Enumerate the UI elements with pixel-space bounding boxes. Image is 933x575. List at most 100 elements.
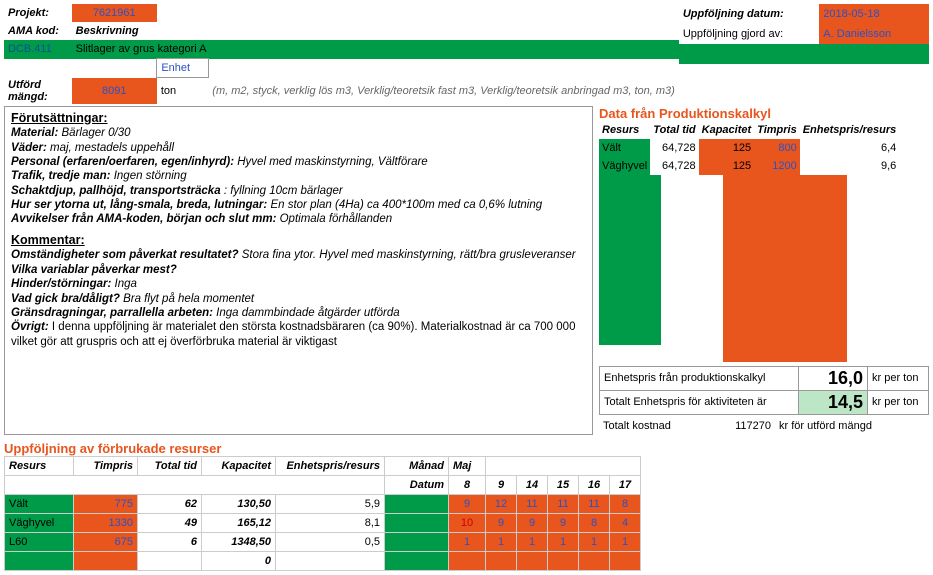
r2d5: 1 bbox=[610, 532, 641, 551]
r0-ep: 5,9 bbox=[276, 494, 385, 513]
material-label: Material: bbox=[11, 127, 58, 139]
d3: 15 bbox=[548, 475, 579, 494]
projekt-label: Projekt: bbox=[4, 4, 72, 22]
r3-kap: 0 bbox=[202, 551, 276, 570]
pk-r0-tid: 64,728 bbox=[650, 139, 698, 157]
utford-value: 8091 bbox=[72, 78, 157, 104]
r0d1: 12 bbox=[486, 494, 517, 513]
res-date-row: Datum 8 9 14 15 16 17 bbox=[5, 475, 641, 494]
q3-label: Hinder/störningar: bbox=[11, 278, 111, 290]
r2d0: 1 bbox=[449, 532, 486, 551]
pk-stripes bbox=[599, 175, 847, 362]
r1d3: 9 bbox=[548, 513, 579, 532]
r1d2: 9 bbox=[517, 513, 548, 532]
r1d5: 4 bbox=[610, 513, 641, 532]
calc1-label: Enhetspris från produktionskalkyl bbox=[600, 366, 799, 390]
d1: 9 bbox=[486, 475, 517, 494]
q4-label: Vad gick bra/dåligt? bbox=[11, 293, 120, 305]
notes-panel: Förutsättningar: Material: Bärlager 0/30… bbox=[4, 106, 593, 435]
q4-value: Bra flyt på hela momentet bbox=[123, 293, 254, 305]
r2d4: 1 bbox=[579, 532, 610, 551]
col-resurs: Resurs bbox=[5, 456, 74, 475]
pk-col-kap: Kapacitet bbox=[699, 121, 755, 139]
pk-r1-ep: 9,6 bbox=[800, 157, 900, 175]
code-desc: Slitlager av grus kategori A bbox=[72, 40, 679, 59]
r1-pris: 1330 bbox=[74, 513, 138, 532]
r3-tid bbox=[138, 551, 202, 570]
ytor-value: En stor plan (4Ha) ca 400*100m med ca 0,… bbox=[270, 199, 542, 211]
q5-value: Inga dammbindade åtgärder utförda bbox=[216, 307, 399, 319]
res-title: Uppföljning av förbrukade resurser bbox=[4, 441, 929, 456]
month-label: Månad bbox=[385, 456, 449, 475]
d0: 8 bbox=[449, 475, 486, 494]
res-row-1: Väghyvel 1330 49 165,12 8,1 10 9 9 9 8 4 bbox=[5, 513, 641, 532]
r0-tid: 62 bbox=[138, 494, 202, 513]
section2-title: Kommentar: bbox=[11, 233, 586, 249]
r2d1: 1 bbox=[486, 532, 517, 551]
trafik-label: Trafik, tredje man: bbox=[11, 170, 111, 182]
trafik-value: Ingen störning bbox=[114, 170, 187, 182]
pk-col-ep: Enhetspris/resurs bbox=[800, 121, 900, 139]
pk-col-tid: Total tid bbox=[650, 121, 698, 139]
r2-ep: 0,5 bbox=[276, 532, 385, 551]
pk-col-resurs: Resurs bbox=[599, 121, 650, 139]
pk-r1-kap: 125 bbox=[699, 157, 755, 175]
r1-kap: 165,12 bbox=[202, 513, 276, 532]
pk-r0-ep: 6,4 bbox=[800, 139, 900, 157]
pk-r1-pris: 1200 bbox=[754, 157, 800, 175]
pk-col-pris: Timpris bbox=[754, 121, 800, 139]
col-pris: Timpris bbox=[74, 456, 138, 475]
q5-label: Gränsdragningar, parrallella arbeten: bbox=[11, 307, 213, 319]
r0d5: 8 bbox=[610, 494, 641, 513]
res-row-0: Vält 775 62 130,50 5,9 9 12 11 11 11 8 bbox=[5, 494, 641, 513]
r0-kap: 130,50 bbox=[202, 494, 276, 513]
schakt-label: Schaktdjup, pallhöjd, transportsträcka bbox=[11, 185, 221, 197]
calc2-value: 14,5 bbox=[799, 390, 868, 414]
ytor-label: Hur ser ytorna ut, lång-smala, breda, lu… bbox=[11, 199, 267, 211]
calc2-label: Totalt Enhetspris för aktiviteten är bbox=[600, 390, 799, 414]
pk-r0-kap: 125 bbox=[699, 139, 755, 157]
col-ep: Enhetspris/resurs bbox=[276, 456, 385, 475]
pk-row: Väghyvel 64,728 125 1200 9,6 bbox=[599, 157, 899, 175]
r2d2: 1 bbox=[517, 532, 548, 551]
schakt-value: : fyllning 10cm bärlager bbox=[224, 185, 343, 197]
weather-value: maj, mestadels uppehåll bbox=[50, 142, 174, 154]
r2d3: 1 bbox=[548, 532, 579, 551]
pk-row: Vält 64,728 125 800 6,4 bbox=[599, 139, 899, 157]
pk-r1-tid: 64,728 bbox=[650, 157, 698, 175]
r1d0: 10 bbox=[449, 513, 486, 532]
r2-name: L60 bbox=[5, 532, 74, 551]
r2-tid: 6 bbox=[138, 532, 202, 551]
r3-name bbox=[5, 551, 74, 570]
pk-r0-name: Vält bbox=[599, 139, 650, 157]
calc3-unit: kr för utförd mängd bbox=[775, 417, 929, 435]
res-table: Resurs Timpris Total tid Kapacitet Enhet… bbox=[4, 456, 641, 571]
r3-ep bbox=[276, 551, 385, 570]
section1-title: Förutsättningar: bbox=[11, 111, 586, 127]
enhet-label: Enhet bbox=[157, 59, 208, 78]
code-row: DCB.411 Slitlager av grus kategori A bbox=[4, 40, 679, 59]
d5: 17 bbox=[610, 475, 641, 494]
update-label: Uppföljning datum: bbox=[679, 4, 819, 24]
q1-label: Omständigheter som påverkat resultatet? bbox=[11, 249, 239, 261]
upby-label: Uppföljning gjord av: bbox=[679, 24, 819, 44]
pk-title: Data från Produktionskalkyl bbox=[599, 106, 929, 121]
projekt-value: 7621961 bbox=[72, 4, 157, 22]
r0-pris: 775 bbox=[74, 494, 138, 513]
pk-calc: Enhetspris från produktionskalkyl 16,0 k… bbox=[599, 366, 929, 415]
d2: 14 bbox=[517, 475, 548, 494]
utford-unit: ton bbox=[157, 78, 208, 104]
q1-value: Stora fina ytor. Hyvel med maskinstyrnin… bbox=[242, 249, 576, 261]
r1d1: 9 bbox=[486, 513, 517, 532]
col-kap: Kapacitet bbox=[202, 456, 276, 475]
avvik-value: Optimala förhållanden bbox=[280, 213, 393, 225]
pk-r1-name: Väghyvel bbox=[599, 157, 650, 175]
r0-name: Vält bbox=[5, 494, 74, 513]
r0d3: 11 bbox=[548, 494, 579, 513]
header-right: Uppföljning datum: 2018-05-18 Uppföljnin… bbox=[679, 4, 929, 104]
ama-value: Beskrivning bbox=[72, 22, 157, 40]
res-row-2: L60 675 6 1348,50 0,5 1 1 1 1 1 1 bbox=[5, 532, 641, 551]
ama-label: AMA kod: bbox=[4, 22, 72, 40]
r1-tid: 49 bbox=[138, 513, 202, 532]
calc1-unit: kr per ton bbox=[868, 366, 929, 390]
